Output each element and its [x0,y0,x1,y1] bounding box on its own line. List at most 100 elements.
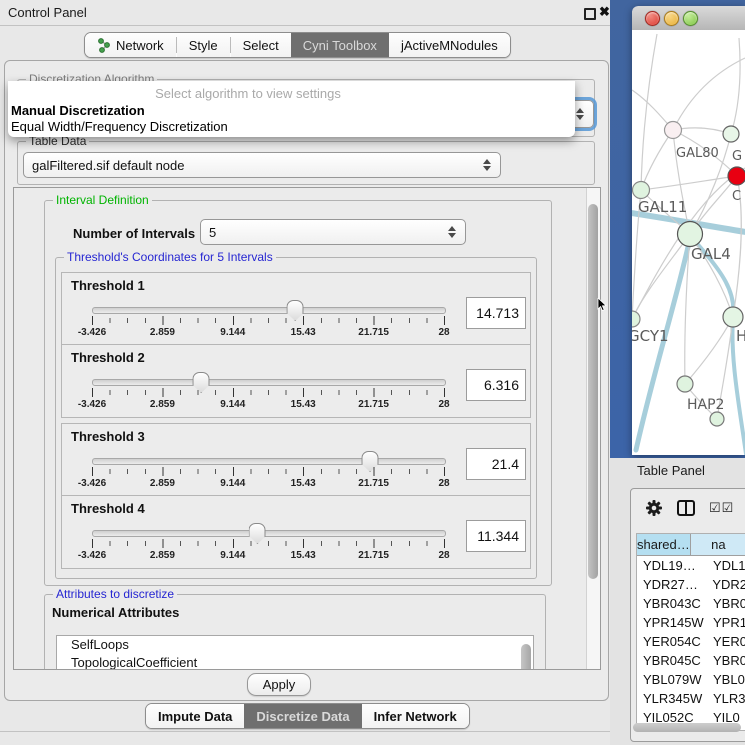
option-manual-discretization[interactable]: Manual Discretization [11,103,145,118]
cell-shared-name[interactable]: YER054C [637,634,707,649]
cell-name[interactable]: YBR0 [707,653,745,668]
bottom-tabbar: Impute Data Discretize Data Infer Networ… [145,703,470,729]
table-hscrollbar[interactable] [633,723,741,732]
settings-scrollbar[interactable] [586,188,600,669]
tick-label: 2.859 [150,327,175,338]
zoom-traffic-icon[interactable] [683,11,698,26]
cell-name[interactable]: YPR1 [707,615,745,630]
table-header-row: shared… na [637,534,745,556]
tick-label: 15.43 [291,399,316,410]
table-data-combobox[interactable]: galFiltered.sif default node [23,152,501,178]
minimize-traffic-icon[interactable] [664,11,679,26]
table-row[interactable]: YDL19…YDL1 [637,556,745,575]
attribute-list-item[interactable]: TopologicalCoefficient [57,654,533,670]
tick-label: 2.859 [150,550,175,561]
node-h[interactable] [723,307,743,327]
threshold-1-value-field[interactable]: 14.713 [466,297,526,329]
cell-name[interactable]: YDL1 [707,558,745,573]
tab-select[interactable]: Select [231,33,291,57]
node-gcy1[interactable] [632,311,640,327]
gear-icon[interactable] [645,499,663,517]
threshold-1-box: Threshold 1 -3.4262.8599.14415.4321.7152… [61,272,531,346]
table-data-group: Table Data galFiltered.sif default node [17,141,595,185]
node-gal80[interactable] [665,122,682,139]
node-gal4[interactable] [678,222,703,247]
node-label: C [732,189,741,204]
attribute-list-item[interactable]: SelfLoops [57,636,533,654]
threshold-3-slider[interactable] [92,458,446,465]
cell-shared-name[interactable]: YLR345W [637,691,707,706]
split-columns-icon[interactable] [677,500,695,516]
cell-shared-name[interactable]: YBR045C [637,653,707,668]
cell-name[interactable]: YDR2 [706,577,745,592]
num-intervals-combobox[interactable]: 5 [200,219,466,245]
cell-name[interactable]: YER0 [707,634,745,649]
tab-cyni-toolbox[interactable]: Cyni Toolbox [291,33,389,57]
option-equal-width-frequency[interactable]: Equal Width/Frequency Discretization [11,119,228,134]
tick-label: 28 [438,399,449,410]
cell-shared-name[interactable]: YDR27… [637,577,706,592]
tab-style[interactable]: Style [177,33,230,57]
node-partial[interactable] [710,412,724,426]
scrollbar-thumb[interactable] [588,204,598,579]
table-row[interactable]: YPR145WYPR1 [637,613,745,632]
network-canvas[interactable]: GAL80 G C GAL11 GAL4 GCY1 H HAP2 [632,30,745,455]
mouse-cursor [597,298,608,312]
tick-label: 15.43 [291,327,316,338]
node-highlighted-red[interactable] [728,167,745,185]
cell-shared-name[interactable]: YBL079W [637,672,707,687]
threshold-2-slider[interactable] [92,379,446,386]
group-title: Interval Definition [53,193,152,207]
node-gal11[interactable] [633,182,650,199]
threshold-3-value-field[interactable]: 21.4 [466,448,526,480]
threshold-3-box: Threshold 3 -3.4262.8599.14415.4321.7152… [61,423,531,497]
cell-shared-name[interactable]: YPR145W [637,615,707,630]
column-header-name[interactable]: na [691,534,745,555]
slider-tick-labels: -3.4262.8599.14415.4321.71528 [92,399,444,411]
node-attribute-table[interactable]: shared… na YDL19…YDL1YDR27…YDR2YBR043CYB… [636,533,745,731]
threshold-4-value-field[interactable]: 11.344 [466,520,526,552]
combo-arrows-icon [448,226,456,238]
tick-label: 28 [438,327,449,338]
column-checkboxes-icon[interactable]: ☑☑ [709,500,734,516]
apply-button[interactable]: Apply [247,673,311,696]
table-row[interactable]: YBR043CYBR0 [637,594,745,613]
node-label: H [736,327,745,345]
table-row[interactable]: YBR045CYBR0 [637,651,745,670]
cell-name[interactable]: YBL0 [707,672,745,687]
close-traffic-icon[interactable] [645,11,660,26]
tab-network[interactable]: Network [85,33,176,57]
cell-name[interactable]: YBR0 [707,596,745,611]
table-panel-region: Table Panel ☑☑ shared… na [610,458,745,745]
tab-discretize-data[interactable]: Discretize Data [244,704,361,728]
cell-name[interactable]: YLR3 [707,691,745,706]
list-scrollbar[interactable] [521,644,531,670]
threshold-2-value-field[interactable]: 6.316 [466,369,526,401]
network-window-titlebar[interactable] [632,6,745,31]
table-row[interactable]: YBL079WYBL0 [637,670,745,689]
tab-impute-data[interactable]: Impute Data [146,704,244,728]
panel-title: Control Panel [8,5,87,20]
thresholds-group: Threshold's Coordinates for 5 Intervals … [55,257,537,579]
table-row[interactable]: YLR345WYLR3 [637,689,745,708]
control-panel-titlebar: Control Panel ✖ [0,0,612,26]
numerical-attributes-list[interactable]: SelfLoopsTopologicalCoefficientBetweenne… [56,635,534,670]
cell-shared-name[interactable]: YDL19… [637,558,707,573]
close-icon[interactable]: ✖ [599,4,610,20]
tab-infer-network[interactable]: Infer Network [362,704,469,728]
threshold-1-slider[interactable] [92,307,446,314]
column-header-shared-name[interactable]: shared… [637,534,691,555]
tick-label: -3.426 [78,399,106,410]
attributes-group: Attributes to discretize Numerical Attri… [44,594,546,670]
node-hap2[interactable] [677,376,693,392]
tab-jactivemnodules[interactable]: jActiveMNodules [389,33,510,57]
table-row[interactable]: YER054CYER0 [637,632,745,651]
float-window-icon[interactable] [584,8,596,20]
table-panel-title: Table Panel [637,463,705,478]
table-row[interactable]: YDR27…YDR2 [637,575,745,594]
tick-label: 15.43 [291,550,316,561]
cell-shared-name[interactable]: YBR043C [637,596,707,611]
node-g[interactable] [723,126,739,142]
threshold-4-slider[interactable] [92,530,446,537]
tick-label: 2.859 [150,399,175,410]
